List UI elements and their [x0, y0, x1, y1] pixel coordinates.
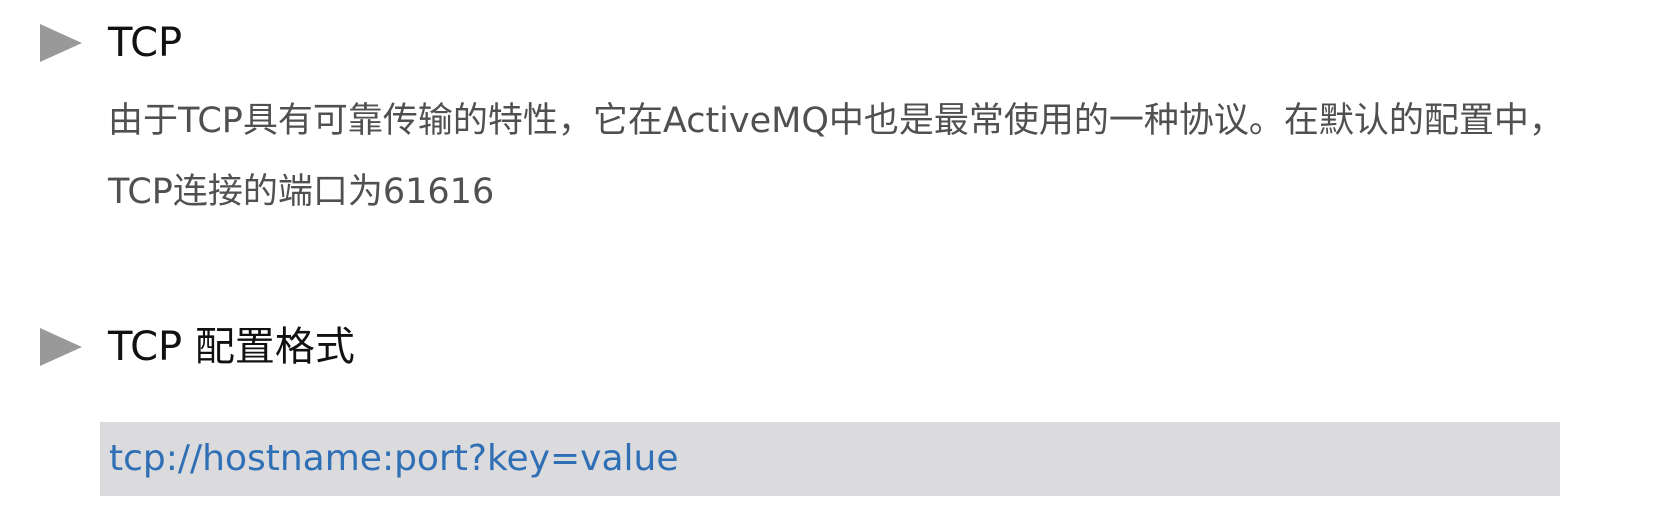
section-heading-tcp: TCP	[108, 20, 183, 66]
heading-row-tcp-config-format: TCP 配置格式	[40, 322, 355, 372]
code-snippet: tcp://hostname:port?key=value	[109, 438, 679, 479]
triangle-right-icon	[40, 24, 82, 62]
heading-row-tcp: TCP	[40, 18, 182, 68]
tcp-description: 由于TCP具有可靠传输的特性，它在ActiveMQ中也是最常使用的一种协议。在默…	[108, 101, 1564, 212]
code-block: tcp://hostname:port?key=value	[100, 422, 1560, 496]
section-heading-tcp-config-format: TCP 配置格式	[108, 324, 355, 370]
triangle-right-icon	[40, 328, 82, 366]
